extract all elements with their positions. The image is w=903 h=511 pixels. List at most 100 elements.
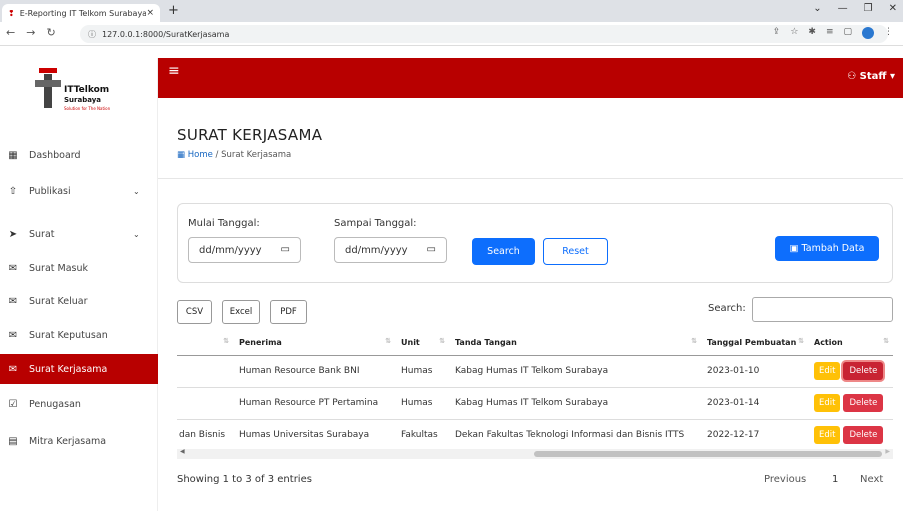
brand-tagline: Solution for The Nation (64, 106, 111, 111)
sidebar-item-surat-keluar[interactable]: ✉ Surat Keluar (0, 286, 158, 316)
reload-icon[interactable]: ↻ (46, 26, 55, 39)
cell-unit: Humas (395, 387, 449, 420)
brand-city: Surabaya (64, 96, 102, 104)
sidebar-item-label: Surat Kerjasama (29, 363, 108, 375)
cell-tanggal: 2022-12-17 (701, 419, 808, 449)
extensions-icon[interactable]: ✱ (808, 27, 816, 39)
sidebar-item-surat[interactable]: ➤ Surat ⌄ (0, 219, 158, 249)
side-panel-icon[interactable]: ▢ (843, 27, 852, 39)
chevron-down-icon: ⌄ (133, 186, 140, 196)
browser-tab-bar: ❢ E-Reporting IT Telkom Surabaya × + ⌄ —… (0, 0, 903, 22)
window-controls: ⌄ — ❐ ✕ (813, 3, 897, 14)
edit-button[interactable]: Edit (814, 362, 841, 380)
breadcrumb-current: / Surat Kerjasama (215, 150, 292, 160)
upload-icon: ⇧ (8, 185, 18, 197)
new-tab-button[interactable]: + (168, 3, 179, 18)
column-header-action[interactable]: Action ⇅ (808, 331, 893, 356)
search-button[interactable]: Search (472, 238, 535, 265)
profile-avatar-icon[interactable] (862, 27, 874, 39)
column-header-tanggal[interactable]: Tanggal Pembuatan ⇅ (701, 331, 808, 356)
cell-action: Edit Delete (808, 387, 893, 420)
window-close-icon[interactable]: ✕ (889, 3, 897, 14)
tab-search-icon[interactable]: ⌄ (813, 3, 821, 14)
delete-button[interactable]: Delete (843, 426, 884, 444)
calendar-icon[interactable]: ▭ (281, 244, 290, 255)
data-table: ⇅ Penerima ⇅ Unit ⇅ Tanda Tangan ⇅ Tanggal … (177, 331, 893, 449)
share-icon[interactable]: ⇪ (773, 27, 781, 39)
cell-penerima: Humas Universitas Surabaya (233, 419, 395, 449)
sidebar-item-surat-kerjasama[interactable]: ✉ Surat Kerjasama (0, 354, 158, 384)
user-menu[interactable]: ⚇ Staff ▾ (847, 71, 895, 82)
add-document-icon: ▣ (789, 243, 802, 254)
sort-icon: ⇅ (883, 337, 889, 345)
start-date-input[interactable]: dd/mm/yyyy ▭ (188, 237, 301, 263)
brand-name: ITTelkom (64, 85, 110, 95)
browser-tab[interactable]: ❢ E-Reporting IT Telkom Surabaya × (2, 4, 160, 22)
maximize-icon[interactable]: ❐ (864, 3, 873, 14)
sidebar-item-publikasi[interactable]: ⇧ Publikasi ⌄ (0, 176, 158, 206)
menu-dots-icon[interactable]: ⋮ (884, 27, 893, 39)
site-info-icon[interactable]: ⓘ (88, 29, 96, 40)
sidebar-item-label: Dashboard (29, 149, 81, 161)
scroll-right-arrow-icon[interactable]: ▶ (885, 448, 890, 455)
scroll-left-arrow-icon[interactable]: ◀ (180, 448, 185, 455)
sidebar-item-mitra-kerjasama[interactable]: ▤ Mitra Kerjasama (0, 426, 158, 456)
hamburger-menu-icon[interactable]: ≡ (168, 63, 180, 79)
mail-icon: ✉ (8, 262, 18, 274)
column-header-tanda-tangan[interactable]: Tanda Tangan ⇅ (449, 331, 701, 356)
edit-button[interactable]: Edit (814, 426, 841, 444)
reset-button[interactable]: Reset (543, 238, 608, 265)
horizontal-scrollbar[interactable]: ◀ ▶ (177, 448, 893, 459)
table-search-input[interactable] (752, 297, 893, 322)
cell-penerima: Human Resource PT Pertamina (233, 387, 395, 420)
send-icon: ➤ (8, 228, 18, 240)
scrollbar-thumb[interactable] (534, 451, 882, 457)
column-header-unit[interactable]: Unit ⇅ (395, 331, 449, 356)
delete-button[interactable]: Delete (843, 362, 884, 380)
bookmark-star-icon[interactable]: ☆ (790, 27, 798, 39)
url-field[interactable]: ⓘ 127.0.0.1:8000/SuratKerjasama (80, 25, 888, 43)
calendar-icon[interactable]: ▭ (427, 244, 436, 255)
end-date-input[interactable]: dd/mm/yyyy ▭ (334, 237, 447, 263)
user-icon: ⚇ (847, 71, 857, 82)
previous-page-button[interactable]: Previous (764, 474, 806, 485)
sidebar-item-penugasan[interactable]: ☑ Penugasan (0, 389, 158, 419)
cell-unit: Humas (395, 355, 449, 388)
start-date-placeholder: dd/mm/yyyy (199, 244, 262, 256)
column-header-hidden[interactable]: ⇅ (177, 331, 233, 356)
grid-icon: ▦ (8, 149, 18, 161)
add-data-button[interactable]: ▣ Tambah Data (775, 236, 879, 261)
excel-export-button[interactable]: Excel (222, 300, 260, 324)
cell-action: Edit Delete (808, 419, 893, 449)
csv-export-button[interactable]: CSV (177, 300, 212, 324)
minimize-icon[interactable]: — (838, 3, 848, 14)
caret-down-icon: ▾ (889, 71, 895, 82)
pdf-export-button[interactable]: PDF (270, 300, 307, 324)
start-date-label: Mulai Tanggal: (188, 218, 260, 229)
breadcrumb-home-link[interactable]: ▦ Home (177, 150, 213, 160)
table-container: ⇅ Penerima ⇅ Unit ⇅ Tanda Tangan ⇅ Tanggal … (177, 331, 893, 449)
back-icon[interactable]: ← (6, 26, 15, 39)
entries-info: Showing 1 to 3 of 3 entries (177, 474, 312, 485)
sidebar-item-surat-keputusan[interactable]: ✉ Surat Keputusan (0, 320, 158, 350)
sidebar-item-dashboard[interactable]: ▦ Dashboard (0, 140, 158, 170)
sidebar-item-surat-masuk[interactable]: ✉ Surat Masuk (0, 253, 158, 283)
edit-button[interactable]: Edit (814, 394, 841, 412)
sort-icon: ⇅ (691, 337, 697, 345)
page-1-button[interactable]: 1 (832, 474, 838, 485)
brand-logo[interactable]: ITTelkom Surabaya Solution for The Natio… (35, 63, 125, 123)
cell-tanggal: 2023-01-10 (701, 355, 808, 388)
tab-close-icon[interactable]: × (146, 8, 154, 18)
cell-hidden: dan Bisnis (177, 419, 233, 449)
forward-icon[interactable]: → (26, 26, 35, 39)
sort-icon: ⇅ (798, 337, 804, 345)
column-header-penerima[interactable]: Penerima ⇅ (233, 331, 395, 356)
sort-icon: ⇅ (439, 337, 445, 345)
mail-icon: ✉ (8, 363, 18, 375)
reading-list-icon[interactable]: ≡ (826, 27, 834, 39)
address-bar-row: ← → ↻ ⓘ 127.0.0.1:8000/SuratKerjasama ⇪ … (0, 22, 903, 46)
delete-button[interactable]: Delete (843, 394, 884, 412)
next-page-button[interactable]: Next (860, 474, 883, 485)
chevron-down-icon: ⌄ (133, 229, 140, 239)
table-row: Human Resource PT Pertamina Humas Kabag … (177, 387, 893, 420)
